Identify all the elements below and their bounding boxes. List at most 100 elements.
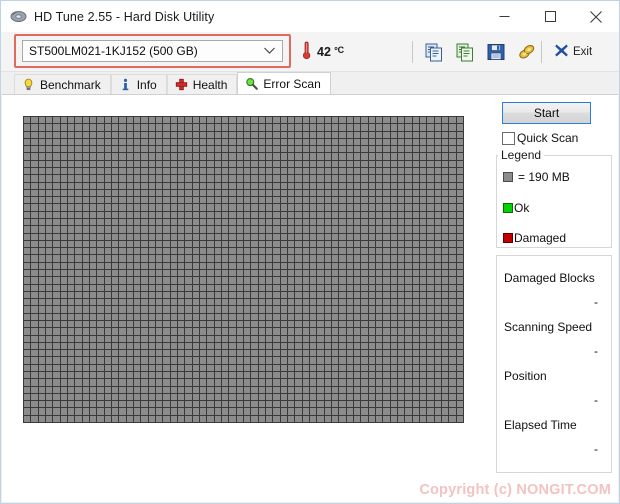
tab-benchmark[interactable]: Benchmark bbox=[14, 74, 111, 94]
save-icon[interactable] bbox=[486, 42, 506, 62]
scan-block bbox=[369, 343, 375, 349]
scan-block bbox=[281, 226, 287, 232]
scan-block bbox=[222, 357, 228, 363]
scan-block bbox=[369, 226, 375, 232]
checkbox-box[interactable] bbox=[502, 132, 515, 145]
scan-block bbox=[317, 197, 323, 203]
scan-block bbox=[244, 241, 250, 247]
scan-block bbox=[185, 379, 191, 385]
scan-block bbox=[222, 241, 228, 247]
scan-block bbox=[420, 336, 426, 342]
scan-block bbox=[361, 401, 367, 407]
scan-block bbox=[178, 277, 184, 283]
scan-block bbox=[347, 387, 353, 393]
scan-block bbox=[46, 124, 52, 130]
maximize-button[interactable] bbox=[527, 1, 573, 32]
scan-block bbox=[259, 394, 265, 400]
scan-block bbox=[413, 336, 419, 342]
scan-block bbox=[354, 292, 360, 298]
scan-block bbox=[457, 153, 463, 159]
scan-block bbox=[347, 204, 353, 210]
quick-scan-checkbox[interactable]: Quick Scan bbox=[502, 131, 578, 145]
scan-block bbox=[273, 204, 279, 210]
tab-info[interactable]: Info bbox=[111, 74, 167, 94]
scan-block bbox=[361, 314, 367, 320]
copy-icon[interactable] bbox=[424, 42, 444, 62]
scan-block bbox=[398, 387, 404, 393]
scan-block bbox=[237, 226, 243, 232]
scan-block bbox=[376, 277, 382, 283]
scan-block bbox=[185, 328, 191, 334]
scan-block bbox=[281, 365, 287, 371]
scan-block bbox=[46, 379, 52, 385]
scan-block bbox=[119, 365, 125, 371]
close-x-icon bbox=[554, 43, 569, 61]
scan-block bbox=[61, 306, 67, 312]
scan-block bbox=[207, 168, 213, 174]
scan-block bbox=[361, 350, 367, 356]
options-coins-icon[interactable] bbox=[517, 42, 537, 62]
minimize-button[interactable] bbox=[481, 1, 527, 32]
scan-block bbox=[141, 350, 147, 356]
drive-select[interactable]: ST500LM021-1KJ152 (500 GB) bbox=[22, 40, 283, 62]
scan-block bbox=[149, 197, 155, 203]
scan-block bbox=[317, 328, 323, 334]
scan-block bbox=[68, 255, 74, 261]
scan-block bbox=[24, 175, 30, 181]
scan-block bbox=[46, 234, 52, 240]
scan-block bbox=[259, 416, 265, 422]
scan-block bbox=[112, 204, 118, 210]
scan-block bbox=[24, 387, 30, 393]
scan-block bbox=[178, 328, 184, 334]
scan-block bbox=[405, 241, 411, 247]
scan-block bbox=[178, 248, 184, 254]
scan-block bbox=[119, 255, 125, 261]
scan-block bbox=[53, 197, 59, 203]
scan-block bbox=[68, 394, 74, 400]
scan-block bbox=[259, 336, 265, 342]
scan-block bbox=[105, 212, 111, 218]
scan-block bbox=[68, 343, 74, 349]
scan-block bbox=[31, 328, 37, 334]
scan-block bbox=[391, 124, 397, 130]
scan-block bbox=[383, 387, 389, 393]
scan-block bbox=[83, 139, 89, 145]
scan-block bbox=[83, 277, 89, 283]
scan-block bbox=[237, 394, 243, 400]
scan-block bbox=[383, 357, 389, 363]
close-button[interactable] bbox=[573, 1, 619, 32]
stat-value-elapsed-time: - bbox=[594, 442, 598, 456]
scan-block bbox=[90, 263, 96, 269]
scan-block bbox=[171, 132, 177, 138]
copy-all-icon[interactable] bbox=[455, 42, 475, 62]
scan-block bbox=[420, 321, 426, 327]
scan-block bbox=[61, 139, 67, 145]
scan-block bbox=[413, 248, 419, 254]
scan-block bbox=[141, 387, 147, 393]
scan-block bbox=[134, 139, 140, 145]
scan-block bbox=[383, 299, 389, 305]
scan-block bbox=[215, 146, 221, 152]
scan-block bbox=[105, 117, 111, 123]
scan-block bbox=[354, 168, 360, 174]
scan-block bbox=[193, 270, 199, 276]
scan-block bbox=[288, 285, 294, 291]
scan-block bbox=[97, 263, 103, 269]
scan-block bbox=[251, 132, 257, 138]
tab-health[interactable]: Health bbox=[167, 74, 238, 94]
scan-block bbox=[127, 241, 133, 247]
scan-block bbox=[156, 379, 162, 385]
scan-block-map[interactable] bbox=[23, 116, 464, 423]
exit-button[interactable]: Exit bbox=[554, 32, 592, 71]
tab-health-label: Health bbox=[193, 78, 228, 92]
scan-block bbox=[193, 336, 199, 342]
scan-block bbox=[237, 132, 243, 138]
scan-block bbox=[259, 306, 265, 312]
tab-error-scan[interactable]: Error Scan bbox=[237, 72, 330, 94]
scan-block bbox=[273, 190, 279, 196]
start-button[interactable]: Start bbox=[502, 102, 591, 124]
scan-block bbox=[222, 161, 228, 167]
scan-block bbox=[178, 219, 184, 225]
scan-block bbox=[449, 285, 455, 291]
scan-block bbox=[149, 190, 155, 196]
